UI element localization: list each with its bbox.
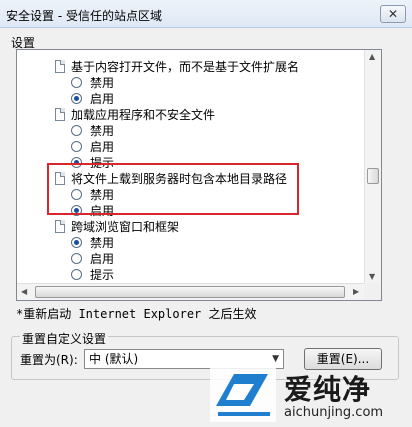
reset-group-title: 重置自定义设置 xyxy=(20,330,109,347)
radio-option[interactable]: 禁用 xyxy=(71,186,114,202)
radio-option[interactable]: 禁用 xyxy=(71,234,114,250)
radio-label: 启用 xyxy=(90,139,115,154)
vertical-scroll-thumb[interactable] xyxy=(367,168,379,184)
watermark-text: 爱纯净 xyxy=(284,373,372,406)
radio-option[interactable]: 启用 xyxy=(71,90,114,106)
radio-button[interactable] xyxy=(71,188,82,200)
scroll-left-icon[interactable]: ◀ xyxy=(21,287,27,296)
radio-label: 禁用 xyxy=(90,75,115,90)
scrollbar-corner xyxy=(364,283,381,300)
radio-option[interactable]: 禁用 xyxy=(71,74,114,90)
watermark: 爱纯净 aichunjing.com xyxy=(210,366,410,424)
vertical-scrollbar[interactable]: ▲ ▼ xyxy=(364,50,381,284)
radio-button[interactable] xyxy=(71,252,82,264)
radio-label: 启用 xyxy=(90,91,115,106)
radio-label: 禁用 xyxy=(90,187,115,202)
setting-title: 加载应用程序和不安全文件 xyxy=(71,107,216,122)
setting-header: 基于内容打开文件，而不是基于文件扩展名 xyxy=(55,58,299,74)
radio-label: 禁用 xyxy=(90,123,115,138)
radio-label: 启用 xyxy=(90,203,115,218)
radio-button-checked[interactable] xyxy=(71,156,82,168)
reset-to-label: 重置为(R): xyxy=(20,353,78,367)
setting-title: 基于内容打开文件，而不是基于文件扩展名 xyxy=(71,59,300,74)
select-value: 中 (默认) xyxy=(89,352,139,366)
radio-option[interactable]: 禁用 xyxy=(71,122,114,138)
radio-label: 提示 xyxy=(90,155,115,170)
scroll-up-icon[interactable]: ▲ xyxy=(369,52,375,61)
radio-option[interactable]: 提示 xyxy=(71,154,114,170)
settings-tree[interactable]: 基于内容打开文件，而不是基于文件扩展名 禁用 启用 加载应用程序和不安全文件 禁… xyxy=(16,49,382,301)
scroll-right-icon[interactable]: ▶ xyxy=(353,287,359,296)
horizontal-scroll-thumb[interactable] xyxy=(35,286,345,298)
window-title: 安全设置 - 受信任的站点区域 xyxy=(6,9,162,23)
watermark-url: aichunjing.com xyxy=(284,405,384,420)
radio-button[interactable] xyxy=(71,268,82,280)
radio-option[interactable]: 启用 xyxy=(71,202,114,218)
horizontal-scrollbar[interactable]: ◀ ▶ xyxy=(17,283,365,300)
close-button[interactable]: ✕ xyxy=(380,5,406,23)
scroll-down-icon[interactable]: ▼ xyxy=(369,272,375,281)
title-bar: 安全设置 - 受信任的站点区域 ✕ xyxy=(0,0,412,28)
setting-title: 将文件上载到服务器时包含本地目录路径 xyxy=(71,171,288,186)
document-icon xyxy=(55,59,65,73)
watermark-logo-icon xyxy=(210,366,276,422)
radio-button-checked[interactable] xyxy=(71,236,82,248)
setting-header: 加载应用程序和不安全文件 xyxy=(55,106,215,122)
close-icon: ✕ xyxy=(387,7,399,21)
setting-header: 将文件上载到服务器时包含本地目录路径 xyxy=(55,170,287,186)
document-icon xyxy=(55,219,65,233)
document-icon xyxy=(55,171,65,185)
radio-label: 启用 xyxy=(90,251,115,266)
document-icon xyxy=(55,107,65,121)
radio-label: 禁用 xyxy=(90,235,115,250)
radio-button-checked[interactable] xyxy=(71,204,82,216)
setting-title: 跨域浏览窗口和框架 xyxy=(71,219,180,234)
radio-button[interactable] xyxy=(71,140,82,152)
radio-button[interactable] xyxy=(71,124,82,136)
radio-button-checked[interactable] xyxy=(71,92,82,104)
restart-note: *重新启动 Internet Explorer 之后生效 xyxy=(16,307,257,321)
setting-header: 跨域浏览窗口和框架 xyxy=(55,218,179,234)
radio-option[interactable]: 启用 xyxy=(71,250,114,266)
radio-button[interactable] xyxy=(71,76,82,88)
radio-option[interactable]: 提示 xyxy=(71,266,114,282)
radio-label: 提示 xyxy=(90,267,115,282)
radio-option[interactable]: 启用 xyxy=(71,138,114,154)
